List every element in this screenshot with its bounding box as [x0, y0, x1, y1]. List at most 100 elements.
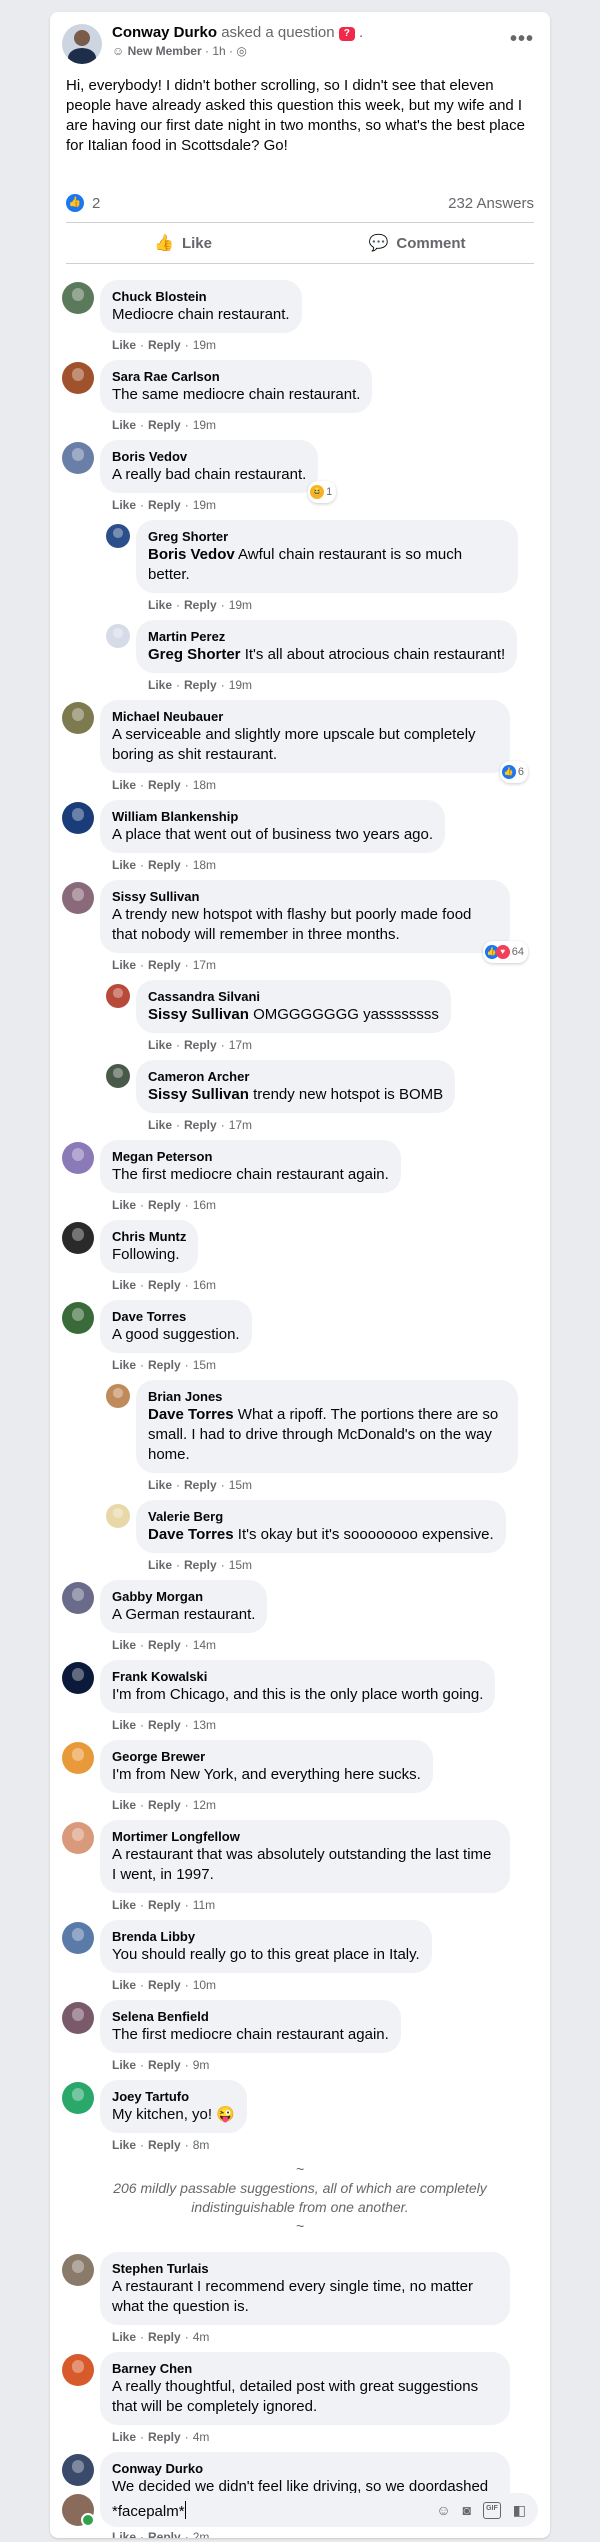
comment-reply-link[interactable]: Reply — [148, 858, 181, 872]
comment-reply-link[interactable]: Reply — [148, 1978, 181, 1992]
comment-time[interactable]: 11m — [193, 1898, 215, 1912]
sticker-icon[interactable]: ◧ — [513, 2502, 526, 2519]
comment-time[interactable]: 17m — [229, 1038, 252, 1052]
comment-time[interactable]: 18m — [193, 858, 216, 872]
commenter-name[interactable]: Valerie Berg — [148, 1508, 494, 1525]
commenter-avatar[interactable] — [62, 442, 94, 474]
comment-reply-link[interactable]: Reply — [148, 1718, 181, 1732]
comment-like-link[interactable]: Like — [112, 2330, 136, 2344]
comment-reply-link[interactable]: Reply — [184, 1118, 217, 1132]
comment-reply-link[interactable]: Reply — [184, 678, 217, 692]
commenter-avatar[interactable] — [62, 702, 94, 734]
comment-reply-link[interactable]: Reply — [148, 1278, 181, 1292]
commenter-name[interactable]: Cassandra Silvani — [148, 988, 439, 1005]
commenter-avatar[interactable] — [106, 1384, 130, 1408]
commenter-avatar[interactable] — [62, 1302, 94, 1334]
commenter-name[interactable]: Barney Chen — [112, 2360, 498, 2377]
commenter-name[interactable]: George Brewer — [112, 1748, 421, 1765]
comment-time[interactable]: 19m — [193, 498, 216, 512]
commenter-avatar[interactable] — [62, 1582, 94, 1614]
answers-count[interactable]: 232 Answers — [448, 195, 534, 212]
comment-like-link[interactable]: Like — [148, 1038, 172, 1052]
mention-tag[interactable]: Dave Torres — [148, 1406, 234, 1423]
comment-reply-link[interactable]: Reply — [148, 2138, 181, 2152]
commenter-avatar[interactable] — [62, 282, 94, 314]
comment-like-link[interactable]: Like — [112, 2430, 136, 2444]
mention-tag[interactable]: Sissy Sullivan — [148, 1006, 249, 1023]
comment-like-link[interactable]: Like — [148, 1118, 172, 1132]
commenter-avatar[interactable] — [62, 882, 94, 914]
commenter-name[interactable]: Frank Kowalski — [112, 1668, 483, 1685]
comment-like-link[interactable]: Like — [112, 1638, 136, 1652]
commenter-name[interactable]: Mortimer Longfellow — [112, 1828, 498, 1845]
commenter-name[interactable]: Joey Tartufo — [112, 2088, 235, 2105]
comment-button[interactable]: 💬 Comment — [300, 223, 534, 263]
more-icon[interactable]: ••• — [510, 28, 534, 51]
comment-like-link[interactable]: Like — [112, 338, 136, 352]
comment-time[interactable]: 15m — [229, 1478, 252, 1492]
reaction-summary[interactable]: 👍 ♥ 64 — [482, 941, 528, 963]
comment-like-link[interactable]: Like — [112, 778, 136, 792]
comment-time[interactable]: 15m — [229, 1558, 252, 1572]
commenter-avatar[interactable] — [106, 1064, 130, 1088]
comment-time[interactable]: 8m — [193, 2138, 210, 2152]
comment-like-link[interactable]: Like — [148, 1478, 172, 1492]
commenter-avatar[interactable] — [62, 2002, 94, 2034]
comment-time[interactable]: 16m — [193, 1278, 216, 1292]
comment-time[interactable]: 15m — [193, 1358, 216, 1372]
comment-reply-link[interactable]: Reply — [148, 498, 181, 512]
comment-reply-link[interactable]: Reply — [148, 2330, 181, 2344]
comment-reply-link[interactable]: Reply — [148, 1638, 181, 1652]
comment-like-link[interactable]: Like — [112, 498, 136, 512]
comment-like-link[interactable]: Like — [112, 1978, 136, 1992]
comment-time[interactable]: 19m — [193, 418, 216, 432]
commenter-name[interactable]: Megan Peterson — [112, 1148, 389, 1165]
comment-time[interactable]: 19m — [229, 678, 252, 692]
commenter-avatar[interactable] — [62, 802, 94, 834]
commenter-name[interactable]: William Blankenship — [112, 808, 433, 825]
comment-time[interactable]: 2m — [193, 2530, 210, 2538]
comment-like-link[interactable]: Like — [112, 1898, 136, 1912]
reaction-summary[interactable]: 😆 1 — [308, 481, 337, 503]
commenter-avatar[interactable] — [106, 624, 130, 648]
gif-icon[interactable]: GIF — [483, 2501, 501, 2519]
commenter-avatar[interactable] — [62, 2454, 94, 2486]
comment-reply-link[interactable]: Reply — [184, 1038, 217, 1052]
commenter-avatar[interactable] — [62, 1742, 94, 1774]
commenter-avatar[interactable] — [62, 1922, 94, 1954]
commenter-name[interactable]: Dave Torres — [112, 1308, 240, 1325]
mention-tag[interactable]: Sissy Sullivan — [148, 1086, 249, 1103]
like-reaction-icon[interactable]: 👍 — [66, 194, 84, 212]
comment-reply-link[interactable]: Reply — [148, 778, 181, 792]
comment-reply-link[interactable]: Reply — [148, 1898, 181, 1912]
commenter-name[interactable]: Boris Vedov — [112, 448, 306, 465]
commenter-name[interactable]: Selena Benfield — [112, 2008, 389, 2025]
comment-input-value[interactable]: *facepalm* — [112, 2503, 185, 2520]
comment-time[interactable]: 17m — [193, 958, 216, 972]
mention-tag[interactable]: Dave Torres — [148, 1526, 234, 1543]
comment-like-link[interactable]: Like — [112, 1198, 136, 1212]
comment-like-link[interactable]: Like — [148, 678, 172, 692]
commenter-name[interactable]: Martin Perez — [148, 628, 505, 645]
commenter-name[interactable]: Conway Durko — [112, 2460, 498, 2477]
comment-like-link[interactable]: Like — [112, 418, 136, 432]
mention-tag[interactable]: Greg Shorter — [148, 646, 241, 663]
comment-time[interactable]: 9m — [193, 2058, 210, 2072]
comment-like-link[interactable]: Like — [112, 1718, 136, 1732]
commenter-avatar[interactable] — [62, 1222, 94, 1254]
comment-time[interactable]: 16m — [193, 1198, 216, 1212]
comment-like-link[interactable]: Like — [148, 1558, 172, 1572]
comment-reply-link[interactable]: Reply — [184, 1558, 217, 1572]
comment-reply-link[interactable]: Reply — [148, 958, 181, 972]
comment-like-link[interactable]: Like — [112, 2058, 136, 2072]
commenter-name[interactable]: Brenda Libby — [112, 1928, 420, 1945]
comment-time[interactable]: 17m — [229, 1118, 252, 1132]
like-count[interactable]: 2 — [92, 195, 100, 212]
comment-like-link[interactable]: Like — [112, 1278, 136, 1292]
comment-input[interactable]: *facepalm* ☺ ◙ GIF ◧ — [100, 2493, 538, 2527]
comment-time[interactable]: 12m — [193, 1798, 216, 1812]
comment-time[interactable]: 4m — [193, 2430, 210, 2444]
commenter-name[interactable]: Gabby Morgan — [112, 1588, 255, 1605]
commenter-avatar[interactable] — [62, 1662, 94, 1694]
comment-reply-link[interactable]: Reply — [148, 1198, 181, 1212]
